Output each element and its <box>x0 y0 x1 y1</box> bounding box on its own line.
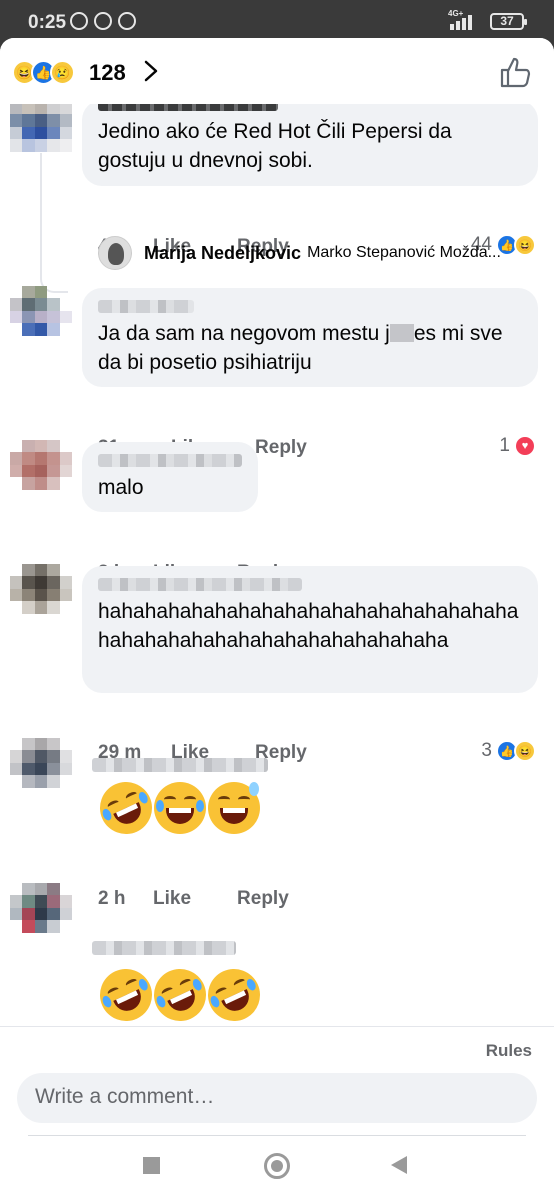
battery-icon: 37 <box>490 12 527 30</box>
chevron-right-icon[interactable] <box>140 60 162 82</box>
avatar[interactable] <box>98 236 132 270</box>
status-icons <box>70 12 136 30</box>
avatar[interactable] <box>10 564 72 626</box>
home-circle-icon[interactable] <box>264 1153 290 1179</box>
rolling-laughing-emoji <box>145 960 215 1030</box>
rules-link[interactable]: Rules <box>486 1041 532 1061</box>
comment-bubble[interactable]: malo <box>82 442 258 512</box>
comment-bubble[interactable]: Jedino ako će Red Hot Čili Pepersi da go… <box>82 98 538 186</box>
love-reaction-icon: ♥ <box>514 435 536 457</box>
reply-preview[interactable]: Marija Nedeljkovic Marko Stepanović Možd… <box>98 236 525 270</box>
sad-reaction-icon: 😢 <box>50 60 75 85</box>
avatar[interactable] <box>10 440 72 502</box>
comment-emojis <box>91 773 260 843</box>
author-name[interactable] <box>92 941 236 955</box>
avatar[interactable] <box>10 883 72 945</box>
thread-connector <box>40 153 68 293</box>
reply-text: Marko Stepanović Možda... <box>307 244 501 261</box>
tears-of-joy-emoji <box>154 782 206 834</box>
comment-bubble[interactable]: hahahahahahahahahahahahahahahahahahahaha… <box>82 566 538 693</box>
signal-icon: 4G+ <box>448 9 482 30</box>
author-name[interactable] <box>92 758 268 772</box>
comment-bubble[interactable]: Ja da sam na negovom mestu j es mi sve da… <box>82 288 538 387</box>
reaction-icons[interactable]: 😆 👍 😢 <box>12 60 75 85</box>
comment-emojis <box>91 960 269 1030</box>
reaction-count: 3 <box>481 740 492 761</box>
system-nav-bar <box>0 1137 554 1189</box>
comment-input[interactable]: Write a comment… <box>17 1073 537 1123</box>
comments-sheet: Jedino ako će Red Hot Čili Pepersi da go… <box>0 38 554 1200</box>
comment-text: malo <box>98 476 144 499</box>
comment-time: 2 h <box>98 888 126 909</box>
back-triangle-icon[interactable] <box>391 1156 407 1174</box>
recents-square-icon[interactable] <box>143 1157 160 1174</box>
rolling-laughing-emoji <box>91 773 161 843</box>
like-button[interactable]: Like <box>153 888 191 910</box>
rolling-laughing-emoji <box>91 960 161 1030</box>
comment-footer: Rules Write a comment… <box>0 1026 554 1200</box>
thumbs-up-icon[interactable] <box>498 54 534 90</box>
reaction-total[interactable]: 128 <box>89 60 126 86</box>
alarm-icon <box>70 12 88 30</box>
reply-button[interactable]: Reply <box>237 888 289 910</box>
haha-reaction-icon: 😆 <box>514 740 536 762</box>
censored-word <box>389 324 414 342</box>
viber-icon <box>94 12 112 30</box>
reaction-summary[interactable]: 1 ♥ <box>499 435 536 457</box>
reaction-count: 1 <box>499 435 510 456</box>
divider <box>28 1135 526 1136</box>
author-name[interactable] <box>98 578 302 591</box>
avatar[interactable] <box>10 286 72 348</box>
reply-button[interactable]: Reply <box>255 437 307 459</box>
rolling-laughing-emoji <box>199 960 269 1030</box>
avatar[interactable] <box>10 738 72 800</box>
comment-text: Ja da sam na negovom mestu j es mi sve da… <box>98 322 503 374</box>
viber-icon <box>118 12 136 30</box>
comment-text: Jedino ako će Red Hot Čili Pepersi da go… <box>98 120 452 172</box>
author-name[interactable] <box>98 300 194 313</box>
author-name[interactable] <box>98 454 242 467</box>
comment-text: hahahahahahahahahahahahahahahahahahahaha… <box>98 600 519 652</box>
sweat-smile-emoji <box>208 782 260 834</box>
status-time: 0:25 <box>28 12 67 33</box>
reply-author[interactable]: Marija Nedeljkovic <box>144 243 301 264</box>
comment-actions: 2 h Like Reply <box>98 888 289 910</box>
comments-header: 😆 👍 😢 128 <box>0 38 554 104</box>
reaction-summary[interactable]: 3 👍 😆 <box>481 740 536 762</box>
